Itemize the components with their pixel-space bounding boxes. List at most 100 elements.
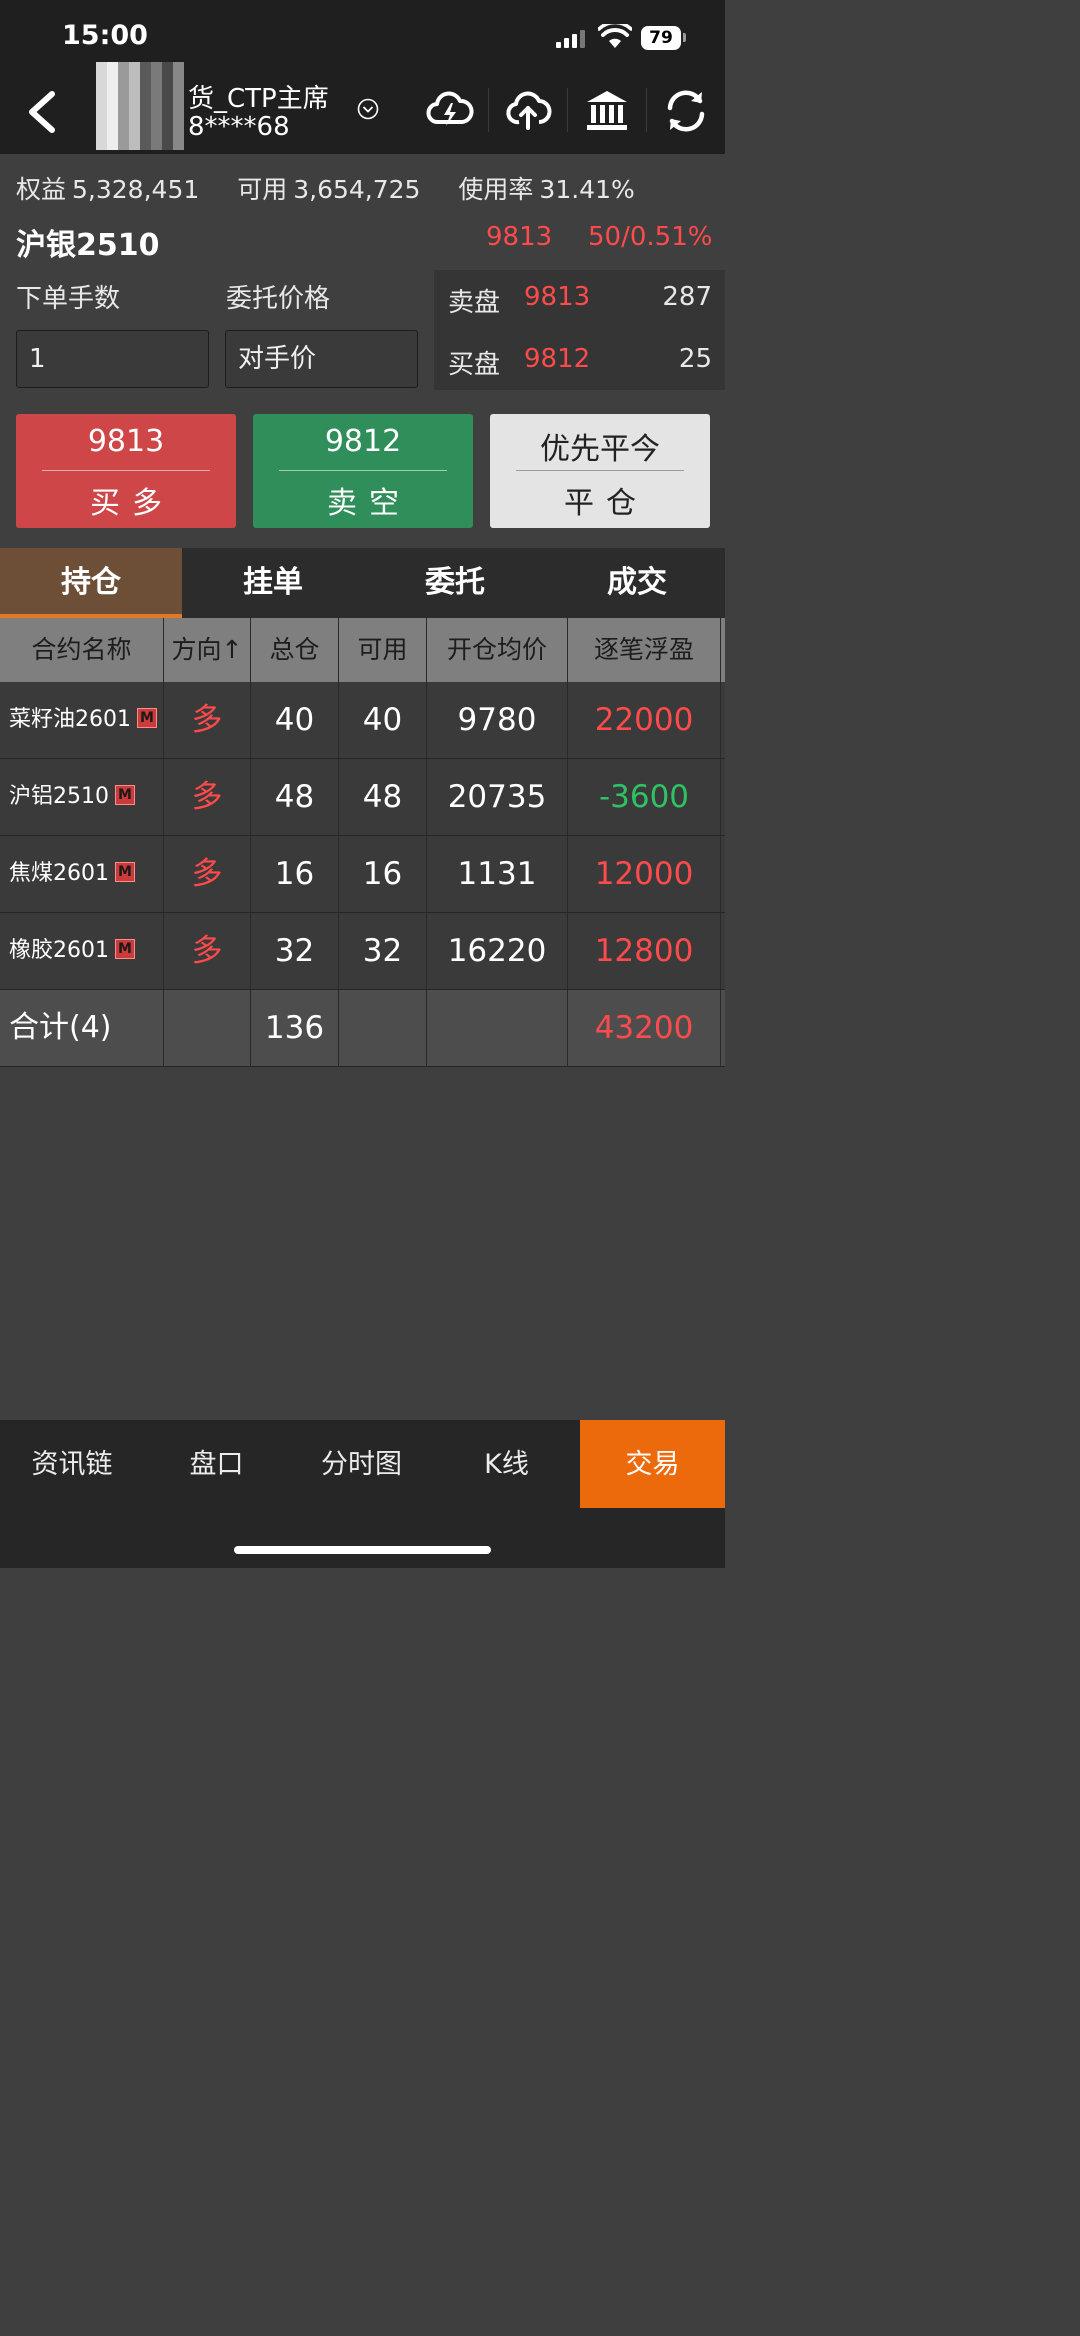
total-cell: 40: [251, 682, 339, 758]
table-total-row: 合计(4) 136 43200: [0, 990, 725, 1067]
contract-name: 橡胶2601: [9, 938, 109, 963]
instrument-name[interactable]: 沪银2510: [16, 220, 160, 264]
refresh-icon[interactable]: [661, 86, 711, 136]
market-badge: M: [137, 708, 157, 728]
sell-short-button[interactable]: 9812 卖空: [253, 414, 473, 528]
home-indicator[interactable]: [234, 1546, 491, 1554]
available-value: 3,654,725: [293, 175, 421, 204]
top-nav-bar: 货_CTP主席 8****68: [0, 62, 725, 154]
pnl-cell: 22000: [568, 682, 721, 758]
market-badge: M: [115, 785, 135, 805]
cloud-upload-icon[interactable]: [503, 86, 553, 136]
empty-cell: [164, 990, 251, 1066]
account-avatar: [96, 62, 184, 150]
nav-kline[interactable]: K线: [434, 1420, 579, 1508]
nav-divider: [567, 88, 568, 132]
tab-positions[interactable]: 持仓: [0, 548, 182, 618]
status-time: 15:00: [62, 20, 148, 51]
usage-label: 使用率: [458, 175, 534, 204]
account-title[interactable]: 货_CTP主席: [188, 78, 329, 115]
table-row[interactable]: 菜籽油2601 M 多 40 40 9780 22000: [0, 682, 725, 759]
available-cell: 32: [339, 913, 427, 989]
last-price: 9813: [486, 222, 553, 252]
tab-pending-orders[interactable]: 挂单: [182, 548, 364, 618]
bid-volume: 25: [678, 344, 712, 374]
position-tabs: 持仓 挂单 委托 成交: [0, 548, 725, 618]
header-direction[interactable]: 方向↑: [164, 618, 251, 682]
sell-label: 卖空: [327, 486, 411, 521]
close-mode: 优先平今: [540, 432, 660, 467]
contract-cell: 焦煤2601 M: [0, 836, 164, 912]
available-label: 可用: [237, 175, 288, 204]
pnl-cell: 12800: [568, 913, 721, 989]
cloud-lightning-icon[interactable]: [424, 86, 474, 136]
contract-name: 菜籽油2601: [9, 707, 131, 732]
tab-orders[interactable]: 委托: [364, 548, 546, 618]
market-badge: M: [115, 862, 135, 882]
available-cell: 48: [339, 759, 427, 835]
nav-news[interactable]: 资讯链: [0, 1420, 144, 1508]
direction-cell: 多: [164, 759, 251, 835]
account-number[interactable]: 8****68: [188, 112, 290, 142]
nav-orderbook[interactable]: 盘口: [144, 1420, 289, 1508]
buy-price: 9813: [87, 424, 165, 459]
total-cell: 16: [251, 836, 339, 912]
usage-value: 31.41%: [539, 175, 635, 204]
total-qty: 136: [251, 990, 339, 1066]
pnl-cell: -3600: [568, 759, 721, 835]
equity-value: 5,328,451: [72, 175, 200, 204]
table-row[interactable]: 焦煤2601 M 多 16 16 1131 12000: [0, 836, 725, 913]
divider: [42, 470, 210, 471]
total-label: 合计(4): [0, 990, 164, 1066]
sell-price: 9812: [324, 424, 402, 459]
buy-long-button[interactable]: 9813 买多: [16, 414, 236, 528]
account-dropdown-icon[interactable]: [357, 98, 379, 120]
nav-intraday-chart[interactable]: 分时图: [289, 1420, 434, 1508]
price-label: 委托价格: [226, 284, 331, 314]
total-cell: 48: [251, 759, 339, 835]
ask-price: 9813: [524, 282, 591, 312]
empty-cell: [427, 990, 568, 1066]
wifi-icon: [598, 24, 632, 48]
price-type-input[interactable]: 对手价: [225, 330, 418, 388]
avg-price-cell: 16220: [427, 913, 568, 989]
direction-cell: 多: [164, 836, 251, 912]
buy-label: 买多: [90, 486, 174, 521]
divider: [516, 470, 684, 471]
header-pnl[interactable]: 逐笔浮盈: [568, 618, 721, 682]
bank-icon[interactable]: [582, 86, 632, 136]
contract-cell: 沪铝2510 M: [0, 759, 164, 835]
contract-name: 焦煤2601: [9, 861, 109, 886]
header-available[interactable]: 可用: [339, 618, 427, 682]
header-total[interactable]: 总仓: [251, 618, 339, 682]
table-row[interactable]: 橡胶2601 M 多 32 32 16220 12800: [0, 913, 725, 990]
available-cell: 16: [339, 836, 427, 912]
avg-price-cell: 20735: [427, 759, 568, 835]
header-contract[interactable]: 合约名称: [0, 618, 164, 682]
quantity-input[interactable]: 1: [16, 330, 209, 388]
nav-divider: [488, 88, 489, 132]
quantity-label: 下单手数: [16, 284, 121, 314]
direction-cell: 多: [164, 682, 251, 758]
back-icon[interactable]: [22, 90, 62, 134]
order-book: 卖盘 9813 287 买盘 9812 25: [434, 270, 725, 390]
contract-cell: 橡胶2601 M: [0, 913, 164, 989]
bid-label: 买盘: [448, 350, 501, 380]
nav-divider: [646, 88, 647, 132]
total-cell: 32: [251, 913, 339, 989]
ask-label: 卖盘: [448, 288, 501, 318]
battery-indicator: 79: [641, 26, 681, 50]
equity-label: 权益: [16, 175, 67, 204]
close-position-button[interactable]: 优先平今 平仓: [490, 414, 710, 528]
table-row[interactable]: 沪铝2510 M 多 48 48 20735 -3600: [0, 759, 725, 836]
bid-row: 买盘 9812 25: [448, 338, 712, 380]
total-pnl: 43200: [568, 990, 721, 1066]
close-label: 平仓: [564, 486, 648, 521]
nav-trade[interactable]: 交易: [580, 1420, 725, 1508]
price-change: 50/0.51%: [588, 222, 713, 252]
tab-trades[interactable]: 成交: [546, 548, 728, 618]
available-cell: 40: [339, 682, 427, 758]
header-avg-price[interactable]: 开仓均价: [427, 618, 568, 682]
direction-cell: 多: [164, 913, 251, 989]
divider: [279, 470, 447, 471]
